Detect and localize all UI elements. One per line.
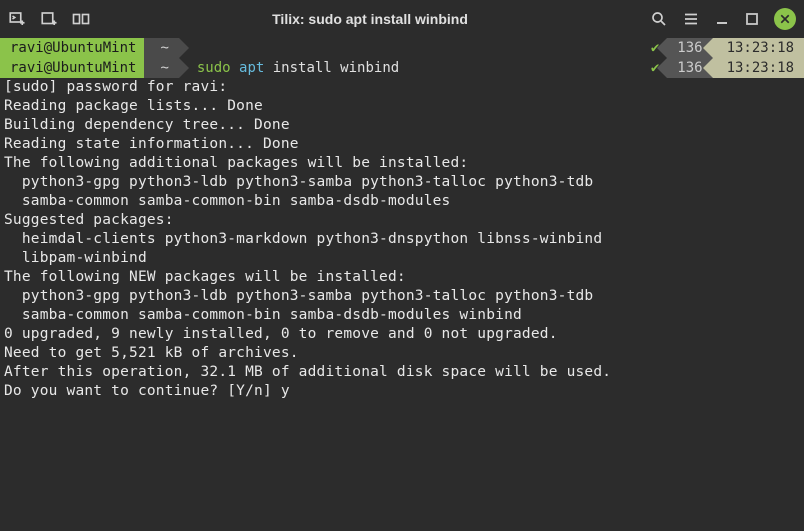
status-time: 13:23:18 [713,58,804,78]
close-button[interactable] [774,8,796,30]
prompt-user: ravi@UbuntuMint [0,58,144,78]
prompt-path: ~ [144,58,178,78]
minimize-icon[interactable] [714,11,730,27]
cmd-name: apt [231,60,265,76]
prompt-line-command: ravi@UbuntuMint ~ sudo apt install winbi… [0,58,804,78]
hamburger-menu-icon[interactable] [682,10,700,28]
prompt-command[interactable]: sudo apt install winbind [179,58,643,78]
cmd-args: install winbind [264,60,399,76]
status-time: 13:23:18 [713,38,804,58]
search-icon[interactable] [650,10,668,28]
prompt-status: ✔ 136 13:23:18 [643,58,804,78]
titlebar: Tilix: sudo apt install winbind [0,0,804,38]
split-icon[interactable] [72,10,90,28]
terminal-output[interactable]: [sudo] password for ravi: Reading packag… [0,78,804,401]
new-terminal-icon[interactable] [8,10,26,28]
prompt-status: ✔ 136 13:23:18 [643,38,804,58]
prompt-line-idle: ravi@UbuntuMint ~ ✔ 136 13:23:18 [0,38,804,58]
prompt-path: ~ [144,38,178,58]
window-title: Tilix: sudo apt install winbind [98,11,642,27]
cmd-sudo: sudo [197,60,231,76]
titlebar-right [650,8,796,30]
add-tab-icon[interactable] [40,10,58,28]
maximize-icon[interactable] [744,11,760,27]
titlebar-left [8,10,90,28]
prompt-user: ravi@UbuntuMint [0,38,144,58]
